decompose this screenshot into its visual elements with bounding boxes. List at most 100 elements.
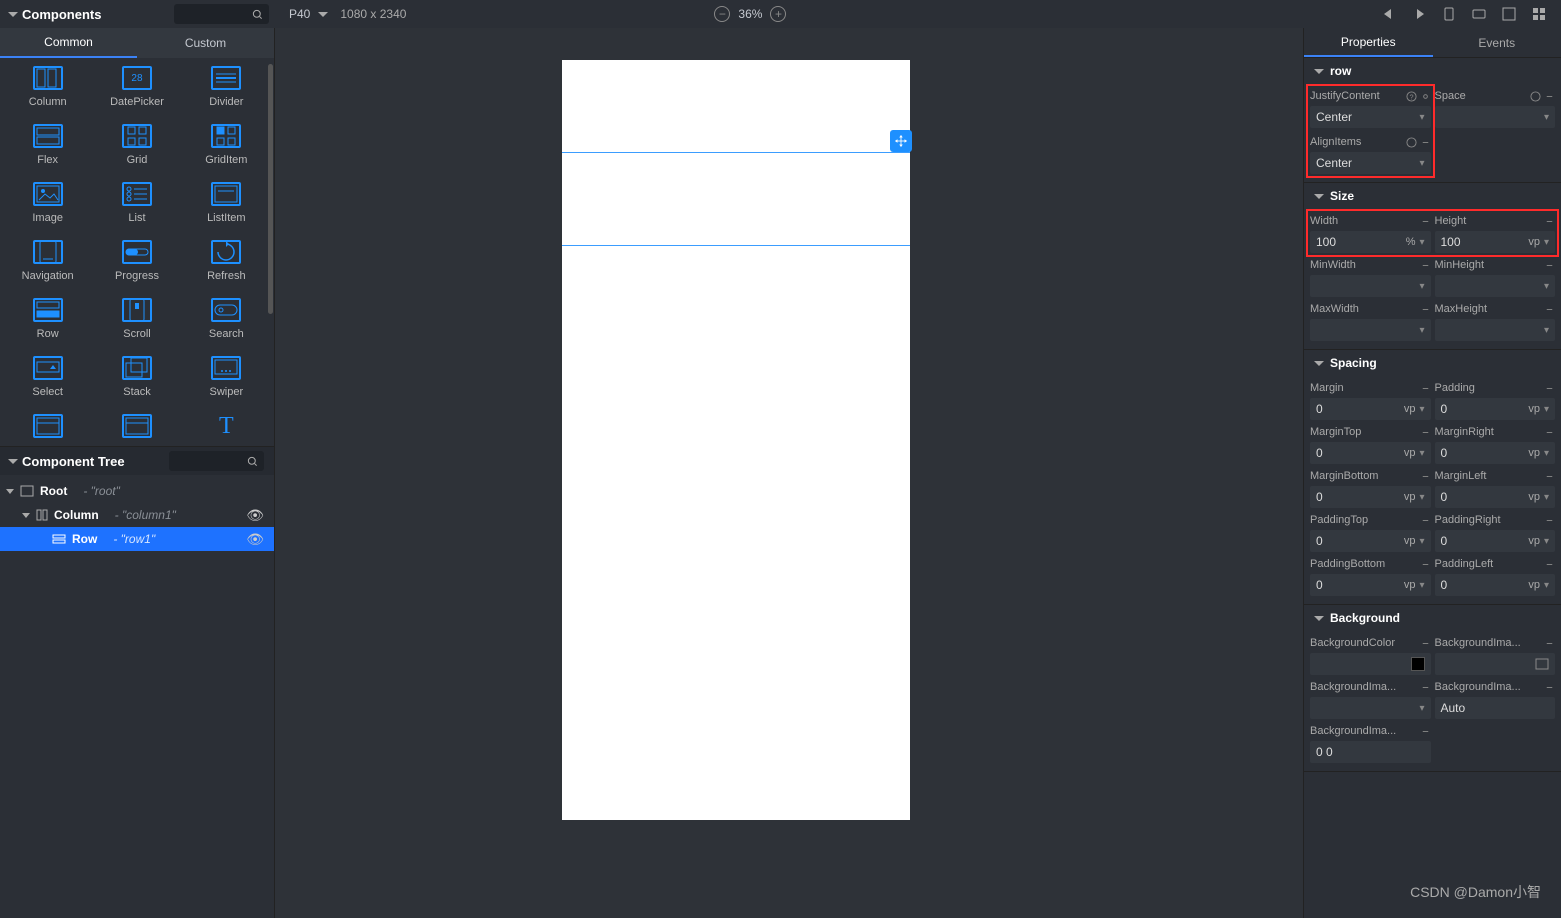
- component-search[interactable]: [174, 4, 269, 24]
- link-icon[interactable]: [1544, 427, 1555, 438]
- device-icon[interactable]: [1441, 6, 1457, 22]
- device-select[interactable]: P40: [289, 7, 332, 21]
- link-icon[interactable]: [1420, 383, 1431, 394]
- scrollbar[interactable]: [268, 64, 273, 314]
- link-icon[interactable]: [1420, 216, 1431, 227]
- margintop-input[interactable]: 0vp▾: [1310, 442, 1431, 464]
- tree-collapse-icon[interactable]: [8, 459, 18, 464]
- component-scroll[interactable]: Scroll: [95, 298, 178, 340]
- tab-custom[interactable]: Custom: [137, 28, 274, 58]
- link-icon[interactable]: [1420, 726, 1431, 737]
- component-flex[interactable]: Flex: [6, 124, 89, 166]
- component-swiper[interactable]: Swiper: [185, 356, 268, 398]
- bgimage3-input[interactable]: Auto: [1435, 697, 1556, 719]
- tree-row-selected[interactable]: Row - "row1" 👁: [0, 527, 274, 551]
- link-icon[interactable]: [1420, 91, 1431, 102]
- redo-icon[interactable]: [1411, 6, 1427, 22]
- zoom-out-button[interactable]: −: [714, 6, 730, 22]
- component-column[interactable]: Column: [6, 66, 89, 108]
- paddingright-input[interactable]: 0vp▾: [1435, 530, 1556, 552]
- link-icon[interactable]: [1544, 216, 1555, 227]
- width-input[interactable]: 100%▾: [1310, 231, 1431, 253]
- component-divider[interactable]: Divider: [185, 66, 268, 108]
- tree-column[interactable]: Column - "column1" 👁: [0, 503, 274, 527]
- link-icon[interactable]: [1544, 559, 1555, 570]
- maxheight-input[interactable]: ▾: [1435, 319, 1556, 341]
- tab-events[interactable]: Events: [1433, 28, 1561, 57]
- component-extra1[interactable]: [6, 414, 89, 438]
- link-icon[interactable]: [1544, 91, 1555, 102]
- section-spacing[interactable]: Spacing: [1304, 350, 1561, 376]
- component-progress[interactable]: Progress: [95, 240, 178, 282]
- paddingtop-input[interactable]: 0vp▾: [1310, 530, 1431, 552]
- component-list[interactable]: List: [95, 182, 178, 224]
- marginbottom-input[interactable]: 0vp▾: [1310, 486, 1431, 508]
- link-icon[interactable]: [1420, 559, 1431, 570]
- component-datepicker[interactable]: 28DatePicker: [95, 66, 178, 108]
- link-icon[interactable]: [1420, 638, 1431, 649]
- component-stack[interactable]: Stack: [95, 356, 178, 398]
- component-search[interactable]: Search: [185, 298, 268, 340]
- link-icon[interactable]: [1420, 260, 1431, 271]
- minwidth-input[interactable]: ▾: [1310, 275, 1431, 297]
- component-refresh[interactable]: Refresh: [185, 240, 268, 282]
- minheight-input[interactable]: ▾: [1435, 275, 1556, 297]
- component-grid[interactable]: Grid: [95, 124, 178, 166]
- canvas[interactable]: [275, 28, 1303, 918]
- move-handle-icon[interactable]: [890, 130, 912, 152]
- justifycontent-select[interactable]: Center▾: [1310, 106, 1431, 128]
- link-icon[interactable]: [1544, 682, 1555, 693]
- section-background[interactable]: Background: [1304, 605, 1561, 631]
- link-icon[interactable]: [1420, 515, 1431, 526]
- marginleft-input[interactable]: 0vp▾: [1435, 486, 1556, 508]
- bgimage4-input[interactable]: 0 0: [1310, 741, 1431, 763]
- bgcolor-input[interactable]: [1310, 653, 1431, 675]
- bgimage2-input[interactable]: ▾: [1310, 697, 1431, 719]
- component-image[interactable]: Image: [6, 182, 89, 224]
- component-navigation[interactable]: Navigation: [6, 240, 89, 282]
- link-icon[interactable]: [1420, 137, 1431, 148]
- space-input[interactable]: ▾: [1435, 106, 1556, 128]
- alignitems-select[interactable]: Center▾: [1310, 152, 1431, 174]
- link-icon[interactable]: [1544, 471, 1555, 482]
- margin-input[interactable]: 0vp▾: [1310, 398, 1431, 420]
- section-row[interactable]: row: [1304, 58, 1561, 84]
- maxwidth-input[interactable]: ▾: [1310, 319, 1431, 341]
- collapse-icon[interactable]: [8, 12, 18, 17]
- expand-icon[interactable]: [22, 513, 30, 518]
- undo-icon[interactable]: [1381, 6, 1397, 22]
- rotate-icon[interactable]: [1471, 6, 1487, 22]
- component-row[interactable]: Row: [6, 298, 89, 340]
- link-icon[interactable]: [1544, 638, 1555, 649]
- paddingbottom-input[interactable]: 0vp▾: [1310, 574, 1431, 596]
- link-icon[interactable]: [1420, 682, 1431, 693]
- height-input[interactable]: 100vp▾: [1435, 231, 1556, 253]
- padding-input[interactable]: 0vp▾: [1435, 398, 1556, 420]
- link-icon[interactable]: [1544, 383, 1555, 394]
- help-icon[interactable]: ?: [1406, 91, 1417, 102]
- help-icon[interactable]: [1530, 91, 1541, 102]
- marginright-input[interactable]: 0vp▾: [1435, 442, 1556, 464]
- bgimage-input[interactable]: [1435, 653, 1556, 675]
- component-listitem[interactable]: ListItem: [185, 182, 268, 224]
- help-icon[interactable]: [1406, 137, 1417, 148]
- component-griditem[interactable]: GridItem: [185, 124, 268, 166]
- link-icon[interactable]: [1544, 304, 1555, 315]
- visibility-icon[interactable]: 👁: [246, 507, 264, 524]
- zoom-in-button[interactable]: +: [770, 6, 786, 22]
- link-icon[interactable]: [1420, 427, 1431, 438]
- frame-icon[interactable]: [1501, 6, 1517, 22]
- visibility-icon[interactable]: 👁: [246, 531, 264, 548]
- tab-common[interactable]: Common: [0, 28, 137, 58]
- tab-properties[interactable]: Properties: [1304, 28, 1433, 57]
- paddingleft-input[interactable]: 0vp▾: [1435, 574, 1556, 596]
- tree-search[interactable]: [169, 451, 264, 471]
- device-preview[interactable]: [562, 60, 910, 820]
- component-extra2[interactable]: [95, 414, 178, 438]
- link-icon[interactable]: [1420, 471, 1431, 482]
- grid-toggle-icon[interactable]: [1531, 6, 1547, 22]
- link-icon[interactable]: [1544, 515, 1555, 526]
- component-text[interactable]: T: [185, 414, 268, 438]
- link-icon[interactable]: [1420, 304, 1431, 315]
- expand-icon[interactable]: [6, 489, 14, 494]
